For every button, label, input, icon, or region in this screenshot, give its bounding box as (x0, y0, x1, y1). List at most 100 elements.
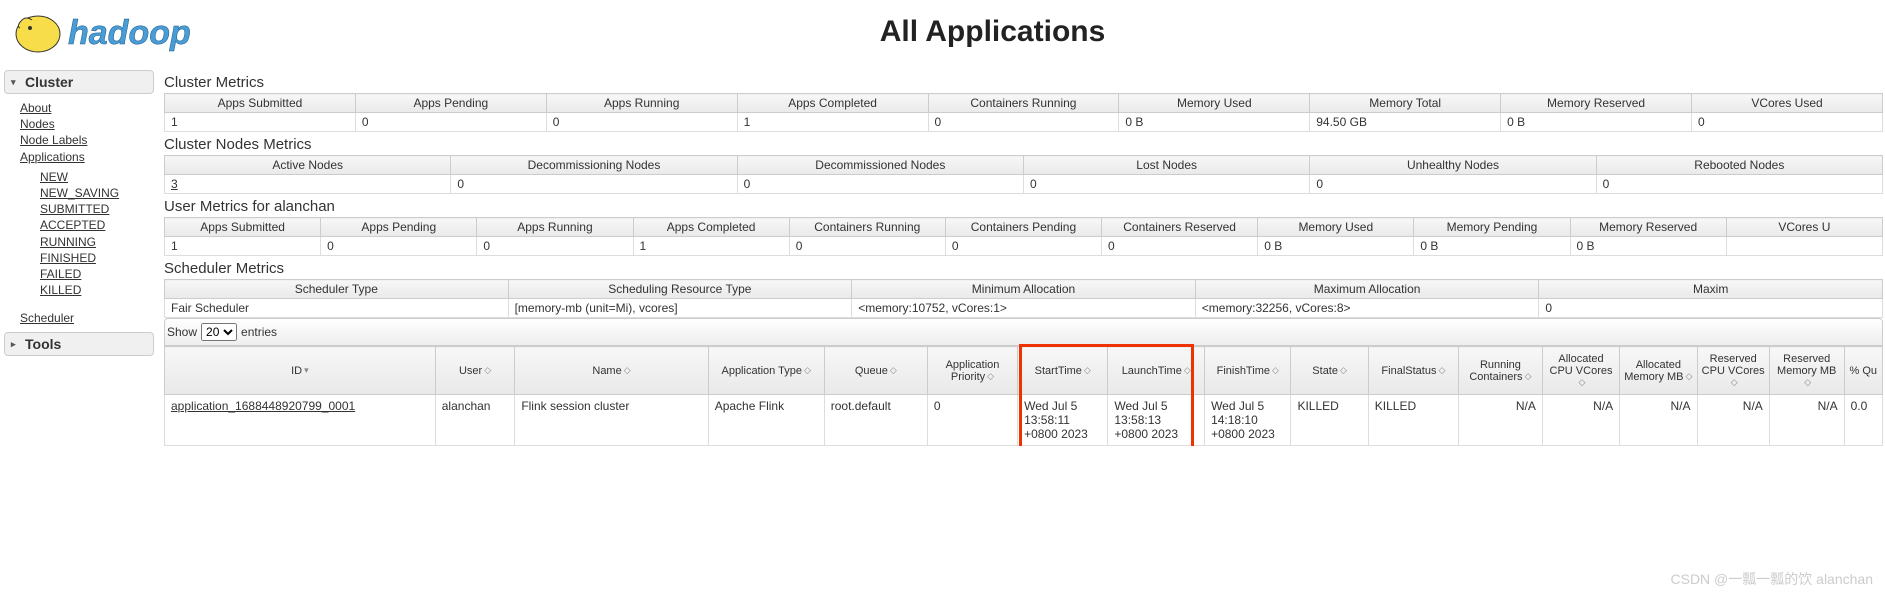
col-launchtime[interactable]: LaunchTime◇ (1108, 347, 1205, 395)
watermark: CSDN @一瓢一瓢的饮 alanchan (1671, 569, 1874, 589)
metric-value: 0 B (1119, 113, 1310, 132)
cell-allocmem: N/A (1620, 395, 1697, 446)
metric-header: Containers Running (789, 218, 945, 237)
app-id-link[interactable]: application_1688448920799_0001 (171, 399, 355, 413)
metric-header: Memory Total (1310, 94, 1501, 113)
metric-header: Apps Submitted (165, 94, 356, 113)
sidebar: Cluster About Nodes Node Labels Applicat… (0, 70, 158, 446)
metric-value: 0 (477, 237, 633, 256)
sidebar-link-about[interactable]: About (20, 100, 51, 116)
metric-header: Memory Used (1119, 94, 1310, 113)
cluster-nodes-metrics-table: Active NodesDecommissioning NodesDecommi… (164, 155, 1883, 194)
metric-header: Apps Submitted (165, 218, 321, 237)
main-content: Cluster Metrics Apps SubmittedApps Pendi… (158, 70, 1885, 446)
table-row: application_1688448920799_0001 alanchan … (165, 395, 1883, 446)
sidebar-cluster-header[interactable]: Cluster (4, 70, 154, 94)
sidebar-link-accepted[interactable]: ACCEPTED (40, 217, 105, 233)
sidebar-link-node-labels[interactable]: Node Labels (20, 132, 87, 148)
cell-rescpu: N/A (1697, 395, 1769, 446)
sidebar-link-submitted[interactable]: SUBMITTED (40, 201, 109, 217)
col-runcont[interactable]: Running Containers◇ (1459, 347, 1543, 395)
metric-header: Apps Running (546, 94, 737, 113)
metric-header: Minimum Allocation (852, 280, 1196, 299)
col-apptype[interactable]: Application Type◇ (708, 347, 824, 395)
cell-finishtime: Wed Jul 5 14:18:10 +0800 2023 (1205, 395, 1291, 446)
sidebar-link-running[interactable]: RUNNING (40, 234, 96, 250)
col-rescpu[interactable]: Reserved CPU VCores◇ (1697, 347, 1769, 395)
metric-header: Memory Pending (1414, 218, 1570, 237)
col-state[interactable]: State◇ (1291, 347, 1368, 395)
col-allocmem[interactable]: Allocated Memory MB◇ (1620, 347, 1697, 395)
sidebar-link-applications[interactable]: Applications (20, 149, 85, 165)
col-finishtime[interactable]: FinishTime◇ (1205, 347, 1291, 395)
metric-value: 0 (355, 113, 546, 132)
metric-value: 0 (451, 175, 737, 194)
sidebar-link-failed[interactable]: FAILED (40, 266, 81, 282)
cell-priority: 0 (927, 395, 1017, 446)
metric-value: 0 (1310, 175, 1596, 194)
cell-launchtime: Wed Jul 5 13:58:13 +0800 2023 (1108, 395, 1205, 446)
metric-value: 3 (165, 175, 451, 194)
metric-value: 0 (1539, 299, 1883, 318)
sidebar-link-nodes[interactable]: Nodes (20, 116, 55, 132)
cluster-metrics-table: Apps SubmittedApps PendingApps RunningAp… (164, 93, 1883, 132)
metric-value: 1 (737, 113, 928, 132)
col-user[interactable]: User◇ (435, 347, 515, 395)
sort-icon: ◇ (624, 368, 631, 373)
sidebar-tools-header[interactable]: Tools (4, 332, 154, 356)
metric-header: Containers Pending (945, 218, 1101, 237)
sort-icon: ◇ (890, 368, 897, 373)
sort-icon: ◇ (1804, 380, 1811, 385)
metric-value: 0 (321, 237, 477, 256)
cluster-nodes-metrics-title: Cluster Nodes Metrics (164, 136, 1883, 153)
metric-header: Memory Used (1258, 218, 1414, 237)
cell-pctqu: 0.0 (1844, 395, 1882, 446)
col-resmem[interactable]: Reserved Memory MB◇ (1769, 347, 1844, 395)
col-queue[interactable]: Queue◇ (824, 347, 927, 395)
sidebar-link-new[interactable]: NEW (40, 169, 68, 185)
col-alloccpu[interactable]: Allocated CPU VCores◇ (1542, 347, 1619, 395)
datatable-length-control: Show 20 entries (164, 318, 1883, 346)
col-name[interactable]: Name◇ (515, 347, 708, 395)
metric-header: Apps Completed (737, 94, 928, 113)
metric-value: 1 (165, 237, 321, 256)
metric-header: Apps Pending (355, 94, 546, 113)
metric-header: Active Nodes (165, 156, 451, 175)
cell-state: KILLED (1291, 395, 1368, 446)
sort-icon: ◇ (1686, 374, 1693, 379)
col-finalstatus[interactable]: FinalStatus◇ (1368, 347, 1458, 395)
svg-text:hadoop: hadoop (68, 14, 191, 52)
metric-header: Maximum Allocation (1195, 280, 1539, 299)
cell-runcont: N/A (1459, 395, 1543, 446)
sort-icon: ◇ (1438, 368, 1445, 373)
metric-header: Maxim (1539, 280, 1883, 299)
metric-header: VCores Used (1692, 94, 1883, 113)
metric-value: 0 (945, 237, 1101, 256)
applications-table: ID▾ User◇ Name◇ Application Type◇ Queue◇… (164, 346, 1883, 446)
entries-select[interactable]: 20 (201, 323, 237, 341)
metric-value: 0 B (1414, 237, 1570, 256)
metric-value: <memory:10752, vCores:1> (852, 299, 1196, 318)
sort-icon: ◇ (1731, 380, 1738, 385)
page-title: All Applications (300, 15, 1885, 49)
sidebar-link-scheduler[interactable]: Scheduler (20, 310, 74, 326)
sort-icon: ◇ (987, 374, 994, 379)
metric-value: 0 (546, 113, 737, 132)
sidebar-link-killed[interactable]: KILLED (40, 282, 81, 298)
metric-header: Decommissioning Nodes (451, 156, 737, 175)
col-pctqu[interactable]: % Qu (1844, 347, 1882, 395)
metric-value: [memory-mb (unit=Mi), vcores] (508, 299, 852, 318)
sort-icon: ◇ (1184, 368, 1191, 373)
sidebar-link-new-saving[interactable]: NEW_SAVING (40, 185, 119, 201)
header: hadoop All Applications (0, 0, 1885, 70)
metric-value: 0 (789, 237, 945, 256)
sidebar-link-finished[interactable]: FINISHED (40, 250, 96, 266)
metric-header: Lost Nodes (1023, 156, 1309, 175)
cell-apptype: Apache Flink (708, 395, 824, 446)
metric-header: Memory Reserved (1570, 218, 1726, 237)
cluster-metrics-title: Cluster Metrics (164, 74, 1883, 91)
col-starttime[interactable]: StartTime◇ (1018, 347, 1108, 395)
col-priority[interactable]: Application Priority◇ (927, 347, 1017, 395)
metric-value: 0 (1023, 175, 1309, 194)
col-id[interactable]: ID▾ (165, 347, 436, 395)
